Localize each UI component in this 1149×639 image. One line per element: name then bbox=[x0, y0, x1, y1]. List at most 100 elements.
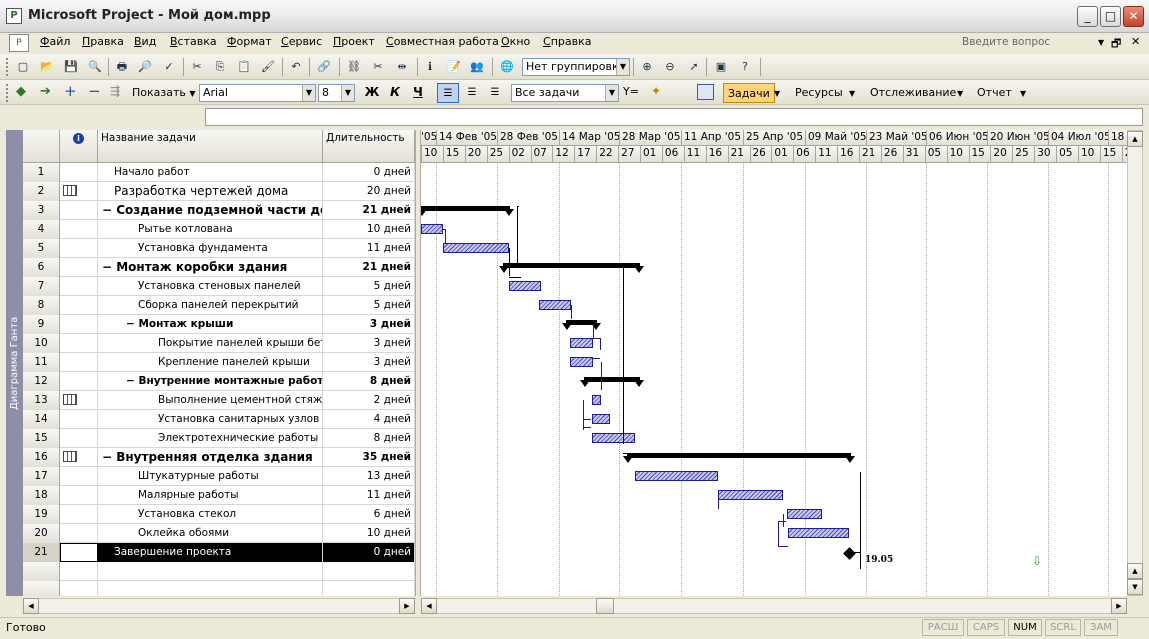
dependency-link[interactable] bbox=[593, 358, 600, 359]
scroll-up-icon[interactable]: ▲ bbox=[1127, 563, 1143, 579]
chevron-down-icon[interactable]: ▼ bbox=[616, 59, 629, 75]
gantt-wizard-icon[interactable]: ✦ bbox=[651, 84, 661, 98]
dependency-link[interactable] bbox=[445, 229, 446, 243]
table-row[interactable]: 2 Разработка чертежей дома 20 дней bbox=[23, 182, 415, 201]
task-name-cell[interactable]: − Создание подземной части дома bbox=[98, 201, 323, 220]
arrow-left-icon[interactable]: ◆ bbox=[16, 84, 26, 99]
calendar-note-icon[interactable] bbox=[63, 394, 77, 405]
menu-item-4[interactable]: Вставка bbox=[170, 35, 217, 48]
table-row[interactable]: 3 − Создание подземной части дома21 дней bbox=[23, 201, 415, 220]
search-icon[interactable]: 🔍 bbox=[86, 58, 104, 76]
task-name-cell[interactable]: Крепление панелей крыши bbox=[98, 353, 323, 372]
row-id[interactable]: 20 bbox=[23, 524, 60, 543]
menu-item-5[interactable]: Формат bbox=[227, 35, 272, 48]
print-preview-icon[interactable]: 🔎 bbox=[136, 58, 154, 76]
task-name-cell[interactable]: − Внутренние монтажные работы bbox=[98, 372, 323, 391]
duration-cell[interactable]: 0 дней bbox=[323, 163, 415, 182]
duration-cell[interactable]: 8 дней bbox=[323, 429, 415, 448]
summary-bar[interactable] bbox=[421, 206, 514, 216]
summary-bar[interactable] bbox=[623, 453, 855, 463]
row-id[interactable]: 21 bbox=[23, 543, 60, 562]
dependency-link[interactable] bbox=[600, 338, 601, 350]
maximize-button[interactable]: □ bbox=[1100, 6, 1121, 27]
table-row[interactable]: 6− Монтаж коробки здания 21 дней bbox=[23, 258, 415, 277]
dependency-link[interactable] bbox=[509, 277, 521, 278]
format-painter-icon[interactable]: 🖌 bbox=[259, 58, 277, 76]
align-right-button[interactable]: ☰ bbox=[484, 83, 506, 103]
show-button[interactable]: Показать ▼ bbox=[128, 83, 200, 103]
scroll-down-icon[interactable]: ▼ bbox=[1127, 579, 1143, 595]
close-button[interactable]: ✕ bbox=[1123, 6, 1144, 27]
dependency-link[interactable] bbox=[583, 400, 584, 430]
duration-cell[interactable]: 5 дней bbox=[323, 296, 415, 315]
dependency-link[interactable] bbox=[778, 521, 779, 547]
filter-combo[interactable]: Все задачи ▼ bbox=[511, 84, 619, 102]
empty-row[interactable] bbox=[23, 581, 415, 596]
row-id[interactable]: 10 bbox=[23, 334, 60, 353]
calendar-note-icon[interactable] bbox=[63, 185, 77, 196]
underline-button[interactable]: Ч bbox=[407, 83, 429, 103]
chevron-down-icon[interactable]: ▼ bbox=[849, 89, 855, 98]
row-id[interactable]: 18 bbox=[23, 486, 60, 505]
collapse-icon[interactable]: − bbox=[126, 318, 138, 330]
zoom-out-icon[interactable]: ⊖ bbox=[661, 58, 679, 76]
task-name-cell[interactable]: Оклейка обоями bbox=[98, 524, 323, 543]
assign-resources-icon[interactable]: 👥 bbox=[468, 58, 486, 76]
scroll-left-icon[interactable]: ◀ bbox=[23, 598, 39, 614]
row-id[interactable]: 14 bbox=[23, 410, 60, 429]
minus-icon[interactable]: − bbox=[88, 82, 101, 100]
table-row[interactable]: 17 Штукатурные работы 13 дней bbox=[23, 467, 415, 486]
copy-picture-icon[interactable]: ▣ bbox=[712, 58, 730, 76]
task-bar[interactable] bbox=[443, 243, 509, 253]
dependency-link[interactable] bbox=[593, 324, 594, 338]
task-name-cell[interactable]: Разработка чертежей дома bbox=[98, 182, 323, 201]
copy-icon[interactable]: ⎘ bbox=[211, 58, 229, 76]
dependency-link[interactable] bbox=[571, 305, 572, 319]
chevron-down-icon[interactable]: ▼ bbox=[605, 85, 618, 101]
row-id[interactable]: 2 bbox=[23, 182, 60, 201]
collapse-icon[interactable]: − bbox=[102, 203, 116, 217]
project-guide-icon[interactable] bbox=[697, 84, 714, 100]
duration-cell[interactable]: 6 дней bbox=[323, 505, 415, 524]
help-dropdown-icon[interactable]: ▼ bbox=[1098, 38, 1104, 47]
task-name-cell[interactable]: Штукатурные работы bbox=[98, 467, 323, 486]
scroll-left-icon[interactable]: ◀ bbox=[421, 598, 437, 614]
task-name-cell[interactable]: Покрытие панелей крыши бетоном bbox=[98, 334, 323, 353]
minimize-button[interactable]: _ bbox=[1077, 6, 1098, 27]
duration-cell[interactable]: 3 дней bbox=[323, 353, 415, 372]
dependency-link[interactable] bbox=[509, 248, 510, 276]
table-row[interactable]: 9− Монтаж крыши 3 дней bbox=[23, 315, 415, 334]
row-id[interactable]: 17 bbox=[23, 467, 60, 486]
report-button[interactable]: Отчет bbox=[973, 83, 1016, 103]
task-name-cell[interactable]: Рытье котлована bbox=[98, 220, 323, 239]
publish-icon[interactable]: 🌐 bbox=[498, 58, 516, 76]
menu-item-7[interactable]: Проект bbox=[333, 35, 375, 48]
grouping-combo[interactable]: Нет группировки ▼ bbox=[522, 58, 630, 76]
chevron-down-icon[interactable]: ▼ bbox=[774, 89, 780, 98]
task-name-cell[interactable]: Сборка панелей перекрытий bbox=[98, 296, 323, 315]
duration-header[interactable]: Длительность bbox=[323, 130, 415, 163]
chevron-down-icon[interactable]: ▼ bbox=[302, 85, 315, 101]
task-name-cell[interactable] bbox=[98, 562, 323, 581]
task-bar[interactable] bbox=[592, 433, 635, 443]
dependency-link[interactable] bbox=[583, 419, 591, 420]
chevron-down-icon[interactable]: ▼ bbox=[1020, 89, 1026, 98]
duration-cell[interactable]: 13 дней bbox=[323, 467, 415, 486]
zoom-in-icon[interactable]: ⊕ bbox=[638, 58, 656, 76]
dependency-link[interactable] bbox=[860, 472, 861, 569]
scroll-right-icon[interactable]: ▶ bbox=[1111, 598, 1127, 614]
row-id[interactable]: 3 bbox=[23, 201, 60, 220]
subtasks-icon[interactable]: ⇶ bbox=[110, 84, 120, 98]
table-row[interactable]: 16− Внутренняя отделка здания 35 дней bbox=[23, 448, 415, 467]
duration-cell[interactable]: 11 дней bbox=[323, 486, 415, 505]
hyperlink-icon[interactable]: 🔗 bbox=[315, 58, 333, 76]
task-name-header[interactable]: Название задачи bbox=[98, 130, 323, 163]
toolbar-grip[interactable] bbox=[6, 84, 10, 102]
table-row[interactable]: 21 Завершение проекта 0 дней bbox=[23, 543, 415, 562]
table-row[interactable]: 20 Оклейка обоями 10 дней bbox=[23, 524, 415, 543]
task-bar[interactable] bbox=[570, 357, 593, 367]
help-question-input[interactable]: Введите вопрос bbox=[958, 35, 1098, 51]
vertical-scrollbar[interactable]: ▲ ▲ ▼ bbox=[1127, 130, 1143, 596]
row-id[interactable]: 8 bbox=[23, 296, 60, 315]
menu-item-9[interactable]: Окно bbox=[501, 35, 530, 48]
